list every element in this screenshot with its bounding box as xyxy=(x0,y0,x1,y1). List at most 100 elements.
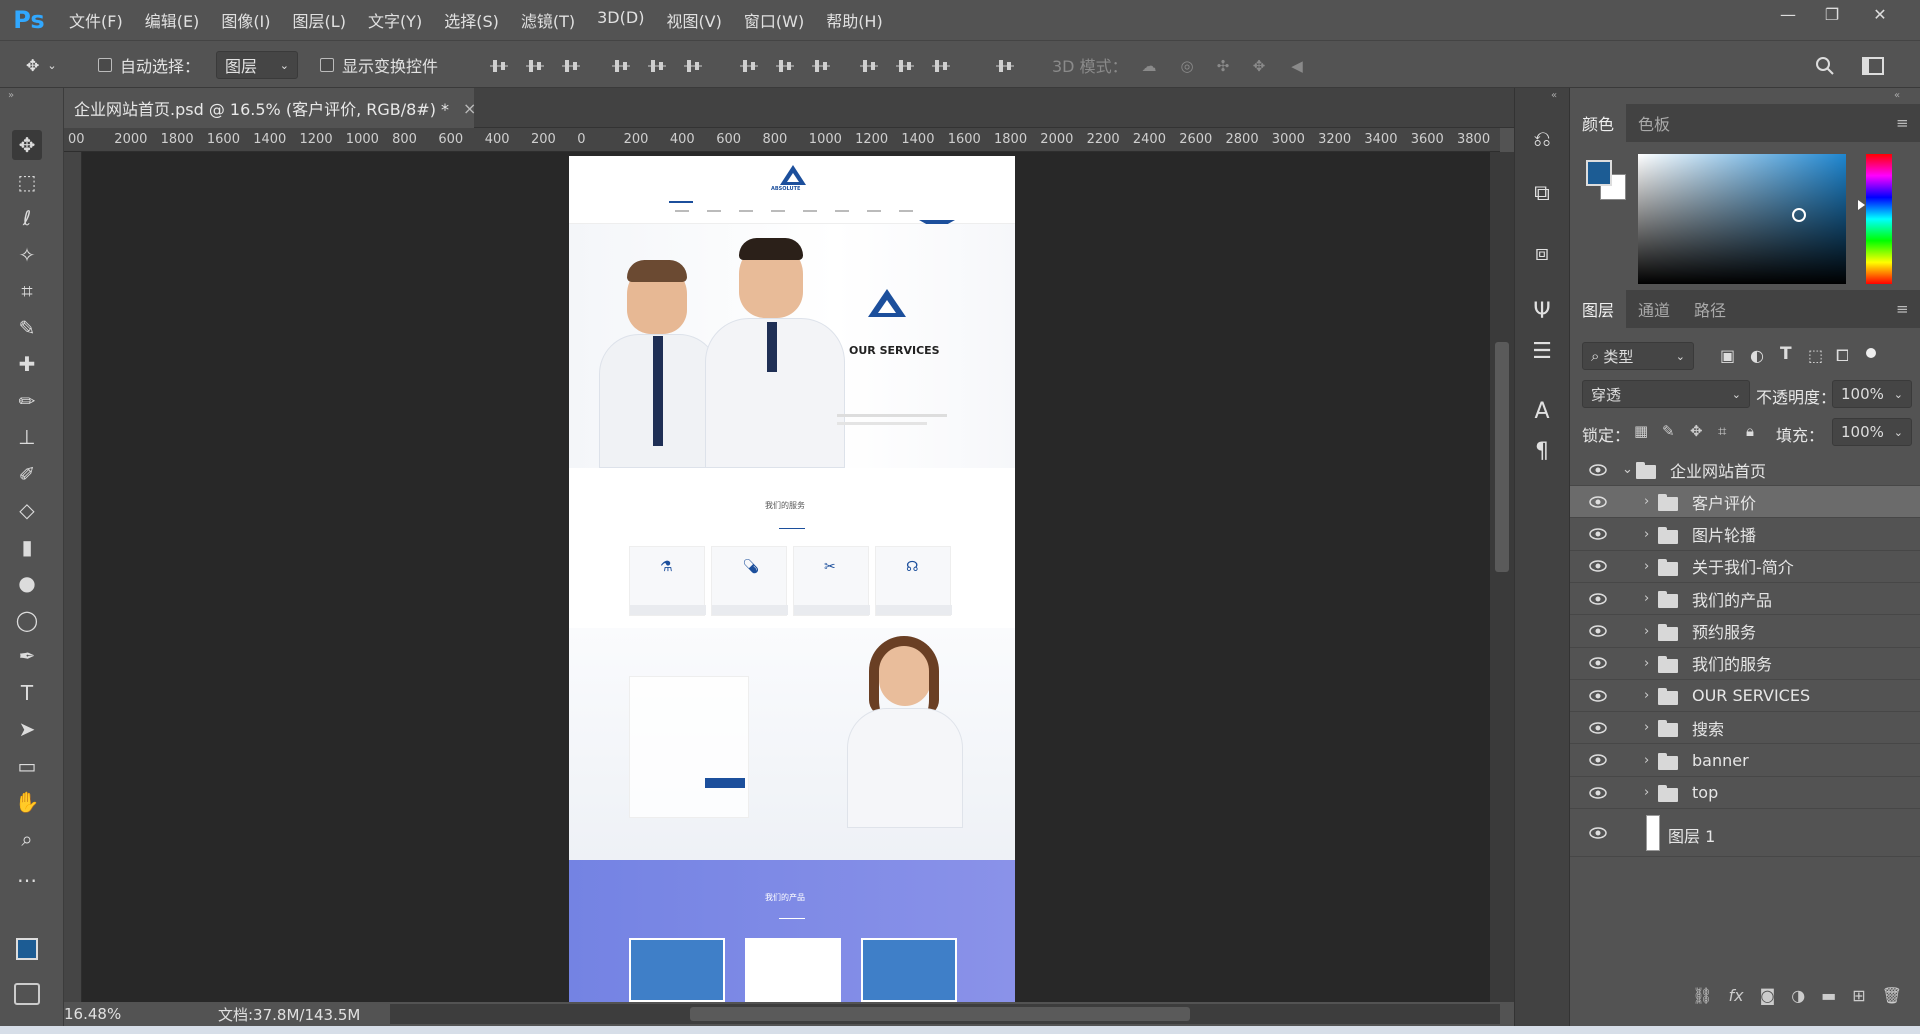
color-fg-swatch[interactable] xyxy=(1586,160,1612,186)
crop-tool-icon[interactable]: ⌗ xyxy=(12,276,42,306)
distribute-bottom-icon[interactable] xyxy=(810,55,832,77)
zoom-tool-icon[interactable]: ⌕ xyxy=(12,824,42,854)
layer-name[interactable]: 图片轮播 xyxy=(1692,522,1756,546)
visibility-eye-icon[interactable] xyxy=(1588,624,1608,638)
filter-type-icon[interactable]: T xyxy=(1780,344,1792,364)
chevron-right-icon[interactable]: › xyxy=(1644,720,1649,735)
chevron-right-icon[interactable]: › xyxy=(1644,494,1649,509)
menu-item[interactable]: 窗口(W) xyxy=(733,8,815,32)
menu-item[interactable]: 视图(V) xyxy=(655,8,732,32)
auto-select-check[interactable] xyxy=(98,58,112,72)
history-brush-tool-icon[interactable]: ✐ xyxy=(12,459,42,489)
layer-name[interactable]: 关于我们-简介 xyxy=(1692,554,1794,578)
menu-item[interactable]: 文件(F) xyxy=(58,8,134,32)
align-bottom-icon[interactable] xyxy=(560,55,582,77)
color-picker-marker[interactable] xyxy=(1792,208,1806,222)
restore-button[interactable]: ❐ xyxy=(1812,0,1852,28)
collapse-right-icon[interactable]: « xyxy=(1894,90,1900,101)
type-tool-icon[interactable]: T xyxy=(12,678,42,708)
menu-item[interactable]: 图层(L) xyxy=(282,8,357,32)
tab-channels[interactable]: 通道 xyxy=(1626,290,1682,328)
collapse-icon[interactable]: » xyxy=(8,90,14,101)
chevron-right-icon[interactable]: › xyxy=(1644,785,1649,800)
visibility-eye-icon[interactable] xyxy=(1588,559,1608,573)
fill-value[interactable]: 100% xyxy=(1841,423,1884,441)
layer-name[interactable]: 我们的服务 xyxy=(1692,651,1772,675)
distribute-top-icon[interactable] xyxy=(738,55,760,77)
more-tools-icon[interactable]: … xyxy=(12,860,42,890)
menu-item[interactable]: 图像(I) xyxy=(210,8,281,32)
vertical-scrollbar[interactable] xyxy=(1490,152,1514,1002)
paragraph-icon[interactable]: ¶ xyxy=(1527,434,1557,468)
3d-roll-icon[interactable]: ◎ xyxy=(1176,55,1198,77)
layer-group-row[interactable]: › 搜索 xyxy=(1570,712,1920,745)
layer-name[interactable]: top xyxy=(1692,783,1718,802)
auto-select-checkbox[interactable]: 自动选择： xyxy=(98,51,200,79)
filter-adjustment-icon[interactable]: ◐ xyxy=(1750,346,1764,365)
hue-slider[interactable] xyxy=(1866,154,1892,284)
layer-name[interactable]: OUR SERVICES xyxy=(1692,686,1810,705)
lasso-tool-icon[interactable]: ℓ xyxy=(12,203,42,233)
canvas-area[interactable]: ABSOLUTE OUR SERVICES 我们的服务 ⚗ 💊︎ ✂ ☊ 我们的… xyxy=(82,152,1500,1002)
new-adjustment-icon[interactable]: ◑ xyxy=(1791,986,1805,1016)
3d-slide-icon[interactable]: ✥ xyxy=(1248,55,1270,77)
chevron-right-icon[interactable]: › xyxy=(1644,559,1649,574)
horizontal-scroll-thumb[interactable] xyxy=(690,1007,1190,1021)
hand-tool-icon[interactable]: ✋ xyxy=(12,787,42,817)
character-icon[interactable]: A xyxy=(1527,394,1557,428)
distribute-left-icon[interactable] xyxy=(858,55,880,77)
horizontal-scrollbar[interactable] xyxy=(390,1004,1500,1024)
document-canvas[interactable]: ABSOLUTE OUR SERVICES 我们的服务 ⚗ 💊︎ ✂ ☊ 我们的… xyxy=(569,156,1015,1002)
layer-group-row[interactable]: › 预约服务 xyxy=(1570,616,1920,648)
layer-row[interactable]: 图层 1 xyxy=(1570,809,1920,858)
3d-panel-icon[interactable]: ⧉ xyxy=(1527,176,1557,210)
clone-source-icon[interactable]: ⧈ xyxy=(1527,236,1557,270)
eraser-tool-icon[interactable]: ◇ xyxy=(12,495,42,525)
healing-brush-tool-icon[interactable]: ✚ xyxy=(12,349,42,379)
layer-group-row[interactable]: › top xyxy=(1570,777,1920,809)
lock-transparent-icon[interactable]: ▦ xyxy=(1634,422,1648,440)
hue-slider-marker[interactable] xyxy=(1858,200,1865,210)
vertical-scroll-thumb[interactable] xyxy=(1495,342,1509,572)
color-field[interactable] xyxy=(1638,154,1846,284)
link-layers-icon[interactable]: ⛓︎ xyxy=(1692,986,1712,1016)
adjustments-icon[interactable]: ☰ xyxy=(1527,334,1557,368)
chevron-right-icon[interactable]: › xyxy=(1644,591,1649,606)
visibility-eye-icon[interactable] xyxy=(1588,786,1608,800)
chevron-right-icon[interactable]: › xyxy=(1644,753,1649,768)
distribute-hcenter-icon[interactable] xyxy=(894,55,916,77)
align-top-icon[interactable] xyxy=(488,55,510,77)
document-tab[interactable]: 企业网站首页.psd @ 16.5% (客户评价, RGB/8#) * × xyxy=(64,88,476,128)
3d-drag-icon[interactable]: ✣ xyxy=(1212,55,1234,77)
tab-swatches[interactable]: 色板 xyxy=(1626,104,1682,142)
filter-toggle-icon[interactable] xyxy=(1866,348,1876,358)
layer-group-row[interactable]: › 关于我们-简介 xyxy=(1570,551,1920,583)
filter-smart-object-icon[interactable]: ⧠ xyxy=(1836,346,1849,366)
brush-settings-icon[interactable]: Ψ xyxy=(1527,294,1557,328)
blend-mode-dropdown[interactable]: 穿透 ⌄ xyxy=(1582,380,1750,408)
blur-tool-icon[interactable]: ● xyxy=(12,568,42,598)
foreground-color-swatch[interactable] xyxy=(16,938,38,960)
distribute-vcenter-icon[interactable] xyxy=(774,55,796,77)
layer-filter-dropdown[interactable]: ⌕ 类型 ⌄ xyxy=(1582,342,1694,370)
auto-align-icon[interactable] xyxy=(994,55,1016,77)
brush-tool-icon[interactable]: ✏ xyxy=(12,386,42,416)
visibility-eye-icon[interactable] xyxy=(1588,463,1608,477)
menu-item[interactable]: 滤镜(T) xyxy=(510,8,586,32)
3d-scale-icon[interactable]: ◀ xyxy=(1286,55,1308,77)
opacity-field[interactable]: 100% ⌄ xyxy=(1832,380,1912,408)
menu-item[interactable]: 编辑(E) xyxy=(134,8,211,32)
workspace-icon[interactable] xyxy=(1862,55,1884,77)
minimize-button[interactable]: — xyxy=(1768,0,1808,28)
layer-name[interactable]: 搜索 xyxy=(1692,716,1724,740)
eyedropper-tool-icon[interactable]: ✎ xyxy=(12,313,42,343)
pen-tool-icon[interactable]: ✒ xyxy=(12,641,42,671)
show-transform-checkbox[interactable]: 显示变换控件 xyxy=(320,51,438,79)
chevron-down-icon[interactable]: ⌄ xyxy=(1622,462,1633,477)
visibility-eye-icon[interactable] xyxy=(1588,721,1608,735)
layer-group-root[interactable]: ⌄ 企业网站首页 xyxy=(1570,454,1920,486)
path-selection-tool-icon[interactable]: ➤ xyxy=(12,714,42,744)
layer-group-row[interactable]: › 图片轮播 xyxy=(1570,519,1920,551)
menu-item[interactable]: 文字(Y) xyxy=(357,8,433,32)
3d-rotate-icon[interactable]: ☁ xyxy=(1138,55,1160,77)
